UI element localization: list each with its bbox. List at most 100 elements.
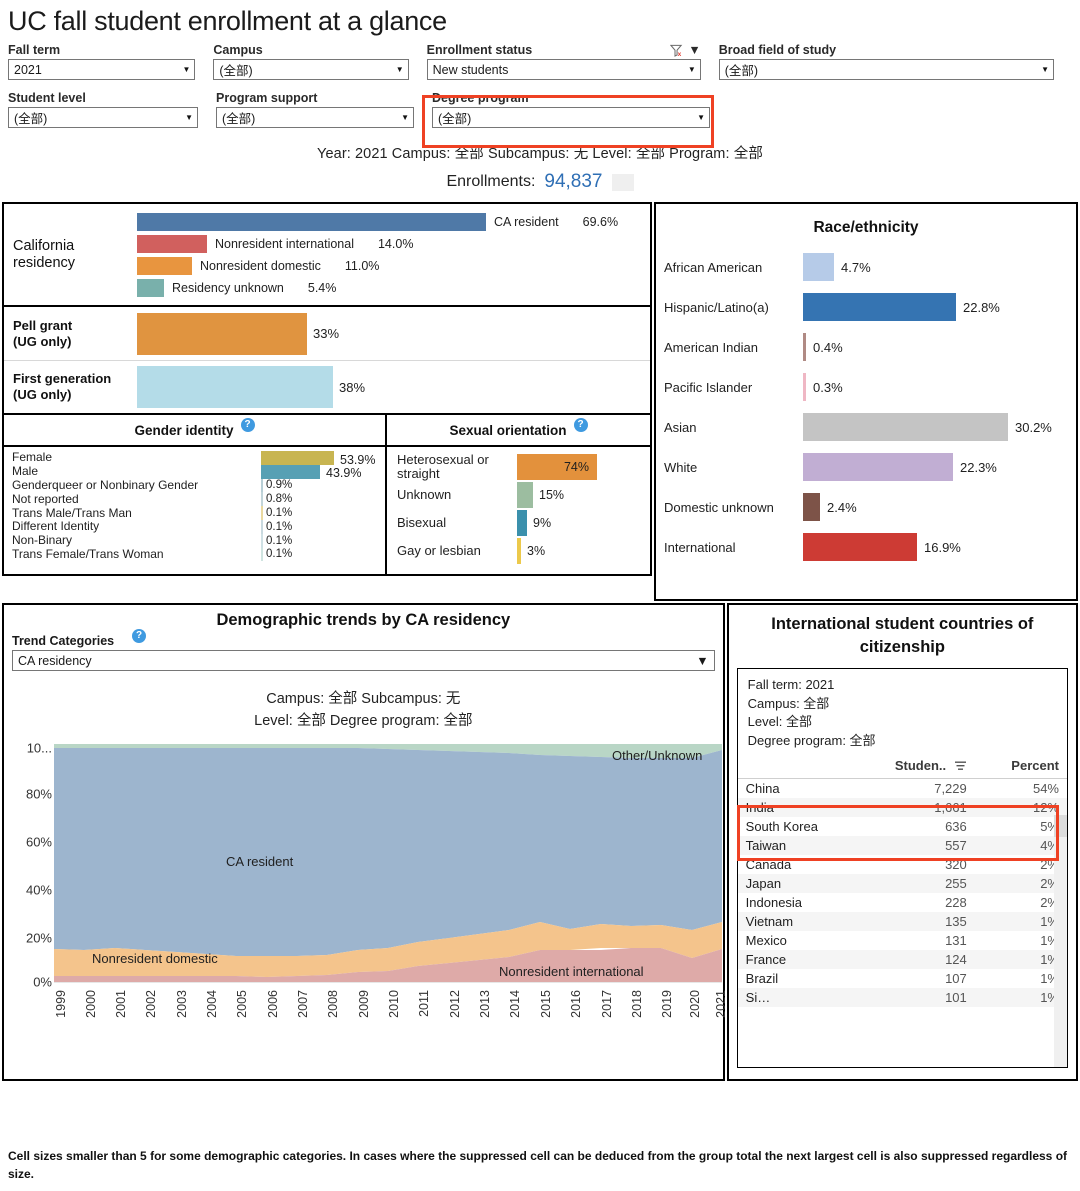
trend-subtitle-line2: Level: 全部 Degree program: 全部 (254, 713, 473, 729)
race-bar-3[interactable] (803, 373, 806, 401)
sexual-orientation-row[interactable]: Bisexual 9% (387, 509, 650, 537)
race-value-4: 30.2% (1015, 419, 1052, 435)
ca-bar-row[interactable]: Residency unknown 5.4% (137, 277, 644, 299)
first-generation-row[interactable]: First generation (UG only) 38% (4, 360, 650, 413)
table-row[interactable]: South Korea 636 5% (738, 817, 1067, 836)
pell-grant-row[interactable]: Pell grant (UG only) 33% (4, 307, 650, 360)
table-row[interactable]: India 1,661 12% (737, 798, 1067, 817)
gender-identity-row[interactable]: Not reported 0.8% (4, 492, 385, 507)
race-row[interactable]: Asian 30.2% (656, 407, 1076, 447)
table-row[interactable]: Taiwan 557 4% (737, 836, 1067, 855)
race-bar-2[interactable] (803, 333, 806, 361)
filter-student-level-select[interactable]: (全部) ▼ (8, 107, 198, 128)
gender-identity-bar-0[interactable] (261, 451, 334, 465)
race-label-0: African American (664, 259, 763, 275)
trend-x-axis: 1999 2000 2001 2002 2003 2004 2005 2006 … (54, 988, 728, 1034)
gender-identity-row[interactable]: Genderqueer or Nonbinary Gender 0.9% (4, 478, 385, 493)
race-row[interactable]: Domestic unknown 2.4% (656, 487, 1076, 527)
race-bar-7[interactable] (803, 533, 917, 561)
gender-identity-row[interactable]: Trans Female/Trans Woman 0.1% (4, 547, 385, 562)
filter-program-support-select[interactable]: (全部) ▼ (216, 107, 414, 128)
trend-annotation-other-unknown: Other/Unknown (612, 748, 703, 763)
pell-grant-bar[interactable] (137, 312, 307, 355)
race-row[interactable]: African American 4.7% (656, 247, 1076, 287)
table-row[interactable]: China 7,229 54% (738, 779, 1067, 799)
table-scrollbar-thumb[interactable] (1054, 815, 1067, 837)
filter-campus-select[interactable]: (全部) ▼ (213, 59, 409, 80)
gender-identity-row[interactable]: Non-Binary 0.1% (4, 534, 385, 548)
help-icon[interactable]: ? (240, 418, 255, 432)
filter-degree-program-select[interactable]: (全部) ▼ (432, 107, 710, 128)
filter-program-support-label: Program support (216, 91, 318, 105)
sexual-orientation-bar-2[interactable] (517, 510, 527, 536)
table-row[interactable]: Japan 255 2% (737, 874, 1067, 893)
help-icon[interactable]: ? (573, 418, 588, 432)
sort-descending-icon[interactable] (954, 761, 967, 771)
column-header-students[interactable]: Studen.. (875, 755, 975, 779)
gender-identity-bar-6[interactable] (261, 533, 263, 548)
table-row[interactable]: Brazil 107 1% (738, 969, 1067, 988)
trend-categories-select[interactable]: CA residency ▼ (12, 650, 715, 671)
race-row[interactable]: International 16.9% (656, 527, 1076, 567)
race-bar-4[interactable] (803, 413, 1008, 441)
gender-identity-row[interactable]: Male 43.9% (4, 464, 385, 480)
pell-grant-label-line2: (UG only) (13, 333, 72, 349)
race-row[interactable]: Hispanic/Latino(a) 22.8% (656, 287, 1076, 327)
gender-identity-bar-4[interactable] (261, 506, 263, 520)
trend-x-tick-16: 2015 (539, 990, 553, 1018)
gender-identity-row[interactable]: Different Identity 0.1% (4, 520, 385, 534)
table-row[interactable]: Vietnam 135 1% (737, 912, 1067, 931)
chevron-down-icon[interactable]: ▼ (688, 43, 700, 57)
race-row[interactable]: Pacific Islander 0.3% (656, 367, 1076, 407)
sexual-orientation-row[interactable]: Heterosexual or straight 74% (387, 453, 650, 481)
ca-bar-3[interactable] (137, 278, 164, 297)
trend-x-tick-10: 2009 (357, 990, 371, 1018)
ca-bar-row[interactable]: CA resident 69.6% (137, 211, 644, 233)
table-row[interactable]: Mexico 131 1% (738, 931, 1067, 950)
filter-bar: Fall term 2021 ▼ Campus (全部) ▼ Enrollmen… (0, 39, 1080, 148)
gender-identity-row[interactable]: Female 53.9% (4, 451, 385, 467)
table-row[interactable]: Indonesia 228 2% (738, 893, 1067, 912)
race-row[interactable]: White 22.3% (656, 447, 1076, 487)
chevron-down-icon: ▼ (401, 113, 409, 122)
table-row[interactable]: Canada 320 2% (738, 855, 1067, 874)
help-icon[interactable]: ? (132, 629, 146, 643)
ca-bar-2[interactable] (137, 256, 192, 275)
filter-broad-field-select[interactable]: (全部) ▼ (718, 59, 1054, 80)
demographic-trends-panel: Demographic trends by CA residency ? Tre… (2, 603, 728, 1081)
enrollments-label: Enrollments: (446, 173, 536, 190)
gender-identity-row[interactable]: Trans Male/Trans Man 0.1% (4, 506, 385, 520)
filter-fall-term-select[interactable]: 2021 ▼ (8, 59, 196, 80)
trend-categories-label: Trend Categories (12, 634, 115, 648)
race-bar-0[interactable] (803, 253, 834, 281)
clear-filter-icon[interactable]: x (670, 44, 683, 57)
race-bar-6[interactable] (803, 493, 820, 521)
sexual-orientation-bar-1[interactable] (517, 482, 533, 508)
gender-identity-bar-1[interactable] (261, 464, 320, 479)
table-row[interactable]: Si… 101 1% (737, 988, 1067, 1007)
enrollments-value: 94,837 (544, 171, 603, 192)
ca-bar-row[interactable]: Nonresident international 14.0% (137, 233, 644, 255)
ca-bar-0[interactable] (137, 212, 486, 231)
table-scrollbar-track[interactable] (1054, 815, 1067, 1067)
first-generation-label-line2: (UG only) (13, 387, 72, 402)
sexual-orientation-bar-3[interactable] (517, 538, 521, 564)
gender-identity-bar-7[interactable] (261, 547, 263, 562)
gender-identity-bar-5[interactable] (261, 519, 263, 534)
gender-identity-bar-3[interactable] (261, 492, 263, 507)
filter-enrollment-status-select[interactable]: New students ▼ (426, 59, 701, 80)
race-bar-5[interactable] (803, 453, 953, 481)
ca-bar-1[interactable] (137, 234, 207, 253)
sexual-orientation-row[interactable]: Unknown 15% (387, 481, 650, 509)
column-header-percent[interactable]: Percent (974, 755, 1067, 779)
trend-area-chart[interactable] (54, 744, 722, 984)
column-header-country[interactable] (737, 755, 876, 779)
sexual-orientation-bar-0[interactable]: 74% (517, 454, 597, 480)
sexual-orientation-row[interactable]: Gay or lesbian 3% (387, 537, 650, 565)
table-row[interactable]: France 124 1% (737, 950, 1067, 969)
first-generation-bar[interactable] (137, 366, 333, 408)
ca-bar-row[interactable]: Nonresident domestic 11.0% (137, 255, 644, 277)
gender-identity-bar-2[interactable] (261, 478, 263, 493)
race-bar-1[interactable] (803, 293, 956, 321)
race-row[interactable]: American Indian 0.4% (656, 327, 1076, 367)
